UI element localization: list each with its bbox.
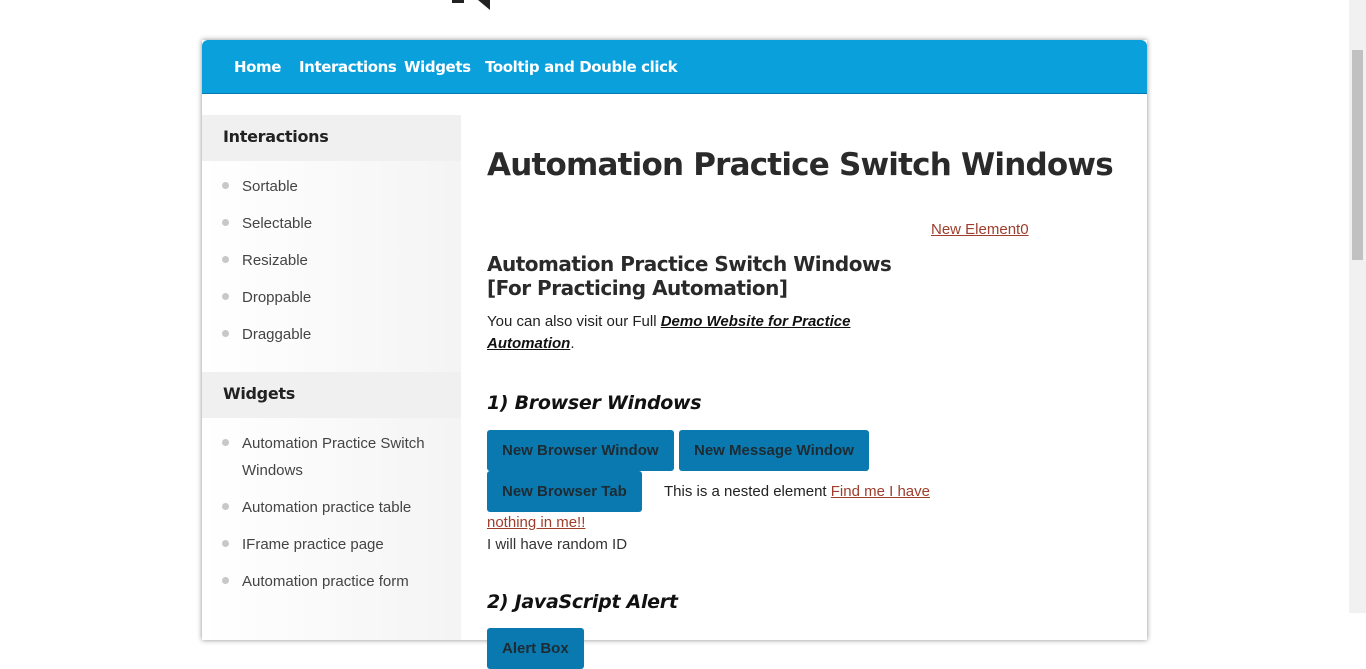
sidebar-item-label: Resizable — [242, 252, 308, 269]
visit-paragraph: You can also visit our Full Demo Website… — [487, 311, 927, 355]
sidebar-item-draggable[interactable]: Draggable — [202, 321, 461, 348]
page-container: Home Interactions Widgets Tooltip and Do… — [202, 40, 1147, 669]
sidebar-list-interactions: Sortable Selectable Resizable Droppable … — [202, 161, 461, 372]
sidebar-item-selectable[interactable]: Selectable — [202, 210, 461, 237]
logo-fragment — [452, 0, 490, 10]
bullet-icon — [222, 330, 229, 337]
sidebar-heading-widgets: Widgets — [202, 372, 461, 418]
sidebar-list-widgets: Automation Practice Switch Windows Autom… — [202, 418, 461, 619]
nested-text-label: This is a nested element — [664, 483, 831, 500]
bullet-icon — [222, 293, 229, 300]
sidebar-item-label: Automation practice table — [242, 499, 412, 516]
nav-interactions[interactable]: Interactions — [299, 58, 397, 76]
bullet-icon — [222, 256, 229, 263]
sidebar-heading-interactions: Interactions — [202, 115, 461, 161]
top-navbar: Home Interactions Widgets Tooltip and Do… — [202, 40, 1147, 94]
nested-element-text: This is a nested element Find me I have — [664, 483, 930, 500]
sidebar-item-practice-table[interactable]: Automation practice table — [202, 494, 461, 521]
sidebar: Interactions Sortable Selectable Resizab… — [202, 115, 461, 640]
section-javascript-alert-title: 2) JavaScript Alert — [487, 591, 678, 613]
page-scrollbar[interactable] — [1349, 0, 1366, 613]
page-title: Automation Practice Switch Windows — [487, 147, 1114, 183]
section-browser-windows-title: 1) Browser Windows — [487, 392, 702, 414]
sidebar-item-switch-windows[interactable]: Automation Practice Switch Windows — [202, 430, 461, 484]
random-id-text: I will have random ID — [487, 536, 628, 553]
bullet-icon — [222, 219, 229, 226]
sidebar-item-label: Draggable — [242, 326, 312, 343]
scrollbar-thumb[interactable] — [1352, 50, 1363, 260]
sidebar-item-label: Selectable — [242, 215, 313, 232]
find-me-link-continued[interactable]: nothing in me!! — [487, 514, 585, 531]
find-me-link[interactable]: Find me I have — [831, 483, 930, 500]
bullet-icon — [222, 439, 229, 446]
sidebar-item-resizable[interactable]: Resizable — [202, 247, 461, 274]
new-element-link[interactable]: New Element0 — [931, 221, 1029, 238]
sidebar-item-label: IFrame practice page — [242, 536, 384, 553]
bullet-icon — [222, 577, 229, 584]
sidebar-item-iframe[interactable]: IFrame practice page — [202, 531, 461, 558]
visit-prefix: You can also visit our Full — [487, 313, 661, 330]
alert-box-button[interactable]: Alert Box — [487, 628, 584, 669]
new-message-window-button[interactable]: New Message Window — [679, 430, 869, 471]
nav-widgets[interactable]: Widgets — [404, 58, 471, 76]
sidebar-item-droppable[interactable]: Droppable — [202, 284, 461, 311]
new-browser-tab-button[interactable]: New Browser Tab — [487, 471, 642, 512]
nav-tooltip-double-click[interactable]: Tooltip and Double click — [485, 58, 678, 76]
visit-suffix: . — [570, 335, 575, 352]
sidebar-item-label: Sortable — [242, 178, 298, 195]
sidebar-item-practice-form[interactable]: Automation practice form — [202, 568, 461, 595]
sidebar-item-sortable[interactable]: Sortable — [202, 173, 461, 200]
new-browser-window-button[interactable]: New Browser Window — [487, 430, 674, 471]
bullet-icon — [222, 540, 229, 547]
bullet-icon — [222, 182, 229, 189]
sidebar-item-label: Automation practice form — [242, 573, 409, 590]
nav-home[interactable]: Home — [234, 58, 281, 76]
bullet-icon — [222, 503, 229, 510]
section-subtitle: Automation Practice Switch Windows [For … — [487, 252, 892, 300]
sidebar-item-label: Droppable — [242, 289, 312, 306]
sidebar-item-label: Automation Practice Switch Windows — [242, 435, 425, 479]
